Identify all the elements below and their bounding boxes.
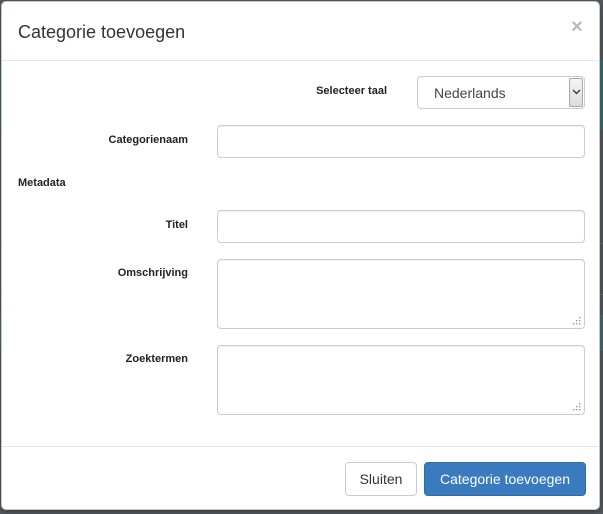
language-label: Selecteer taal [316, 85, 387, 97]
description-textarea[interactable] [217, 259, 585, 329]
dialog-header: Categorie toevoegen × [2, 2, 599, 61]
title-label: Titel [165, 219, 188, 231]
metadata-section-title: Metadata [18, 177, 66, 189]
category-name-label: Categorienaam [108, 134, 188, 146]
language-select[interactable]: Nederlands [417, 76, 585, 109]
close-button[interactable]: Sluiten [345, 462, 417, 496]
category-name-input[interactable] [217, 125, 585, 158]
add-category-button[interactable]: Categorie toevoegen [424, 462, 586, 496]
resize-grip-icon[interactable] [573, 403, 581, 411]
dialog-title: Categorie toevoegen [18, 22, 186, 42]
resize-grip-icon[interactable] [573, 317, 581, 325]
chevron-down-icon[interactable] [569, 78, 583, 107]
keywords-label: Zoektermen [125, 353, 188, 365]
title-input[interactable] [217, 210, 585, 243]
description-label: Omschrijving [117, 267, 188, 279]
dialog-footer-divider [2, 446, 599, 447]
keywords-textarea[interactable] [217, 345, 585, 415]
close-icon[interactable]: × [569, 17, 585, 37]
language-select-value: Nederlands [434, 85, 506, 101]
add-category-dialog: Categorie toevoegen × Selecteer taal Ned… [1, 1, 600, 510]
